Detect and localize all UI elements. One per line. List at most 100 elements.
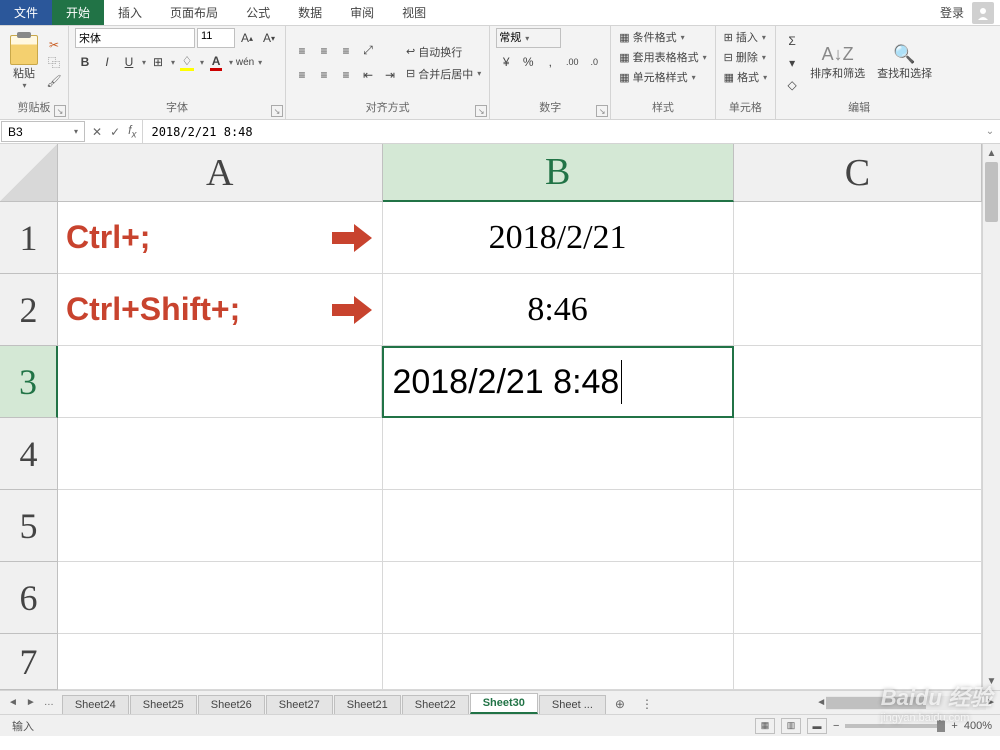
col-header-b[interactable]: B (383, 144, 734, 202)
cancel-edit-button[interactable]: ✕ (92, 125, 102, 139)
cell-b1[interactable]: 2018/2/21 (383, 202, 734, 274)
row-header-2[interactable]: 2 (0, 274, 58, 346)
col-header-c[interactable]: C (734, 144, 982, 202)
page-break-view-button[interactable]: ▬ (807, 718, 827, 734)
conditional-format-button[interactable]: ▦条件格式▾ (617, 28, 708, 46)
tab-view[interactable]: 视图 (388, 0, 440, 25)
vertical-scrollbar[interactable]: ▲ ▼ (982, 144, 1000, 690)
row-header-6[interactable]: 6 (0, 562, 58, 634)
phonetic-guide-button[interactable]: wén (235, 52, 255, 72)
cell-c7[interactable] (734, 634, 982, 690)
number-format-select[interactable]: 常规 ▾ (496, 28, 561, 48)
sheet-nav-more[interactable]: … (44, 697, 54, 708)
row-header-1[interactable]: 1 (0, 202, 58, 274)
align-right-icon[interactable]: ≡ (336, 65, 356, 85)
font-color-button[interactable]: A (206, 52, 226, 72)
cell-a3[interactable] (58, 346, 382, 418)
fill-color-button[interactable]: ♢ (177, 52, 197, 72)
scroll-down-arrow[interactable]: ▼ (983, 672, 1000, 690)
merge-center-button[interactable]: ⊟合并后居中▾ (404, 65, 483, 83)
find-select-button[interactable]: 🔍 查找和选择 (873, 28, 936, 97)
cut-icon[interactable]: ✂ (46, 37, 62, 53)
border-button[interactable]: ⊞ (148, 52, 168, 72)
italic-button[interactable]: I (97, 52, 117, 72)
row-header-3[interactable]: 3 (0, 346, 58, 418)
add-sheet-button[interactable]: ⊕ (607, 694, 633, 714)
table-format-button[interactable]: ▦套用表格格式▾ (617, 48, 708, 66)
col-header-a[interactable]: A (58, 144, 383, 202)
sheet-tab-active[interactable]: Sheet30 (470, 693, 538, 714)
number-launcher[interactable]: ↘ (596, 105, 608, 117)
cell-c4[interactable] (734, 418, 982, 490)
wrap-text-button[interactable]: ↩自动换行 (404, 43, 483, 61)
tab-page-layout[interactable]: 页面布局 (156, 0, 232, 25)
scroll-up-arrow[interactable]: ▲ (983, 144, 1000, 162)
zoom-handle[interactable] (937, 720, 945, 732)
orientation-icon[interactable]: ⤢ (358, 41, 378, 61)
increase-indent-icon[interactable]: ⇥ (380, 65, 400, 85)
avatar-icon[interactable] (972, 2, 994, 24)
page-layout-view-button[interactable]: ▥ (781, 718, 801, 734)
cell-styles-button[interactable]: ▦单元格样式▾ (617, 68, 708, 86)
tab-file[interactable]: 文件 (0, 0, 52, 25)
cell-c1[interactable] (734, 202, 982, 274)
hscroll-thumb[interactable] (826, 697, 926, 709)
align-left-icon[interactable]: ≡ (292, 65, 312, 85)
bold-button[interactable]: B (75, 52, 95, 72)
cell-b2[interactable]: 8:46 (383, 274, 734, 346)
clear-button[interactable]: ◇ (782, 75, 802, 95)
scroll-thumb[interactable] (985, 162, 998, 222)
increase-decimal-button[interactable]: .00 (562, 52, 582, 72)
zoom-slider[interactable] (845, 724, 945, 728)
fx-button[interactable]: fx (128, 123, 136, 140)
insert-cells-button[interactable]: ⊞插入▾ (722, 28, 769, 46)
sheet-tab[interactable]: Sheet22 (402, 695, 469, 714)
cell-a5[interactable] (58, 490, 383, 562)
tab-home-active[interactable]: 开始 (52, 0, 104, 25)
cell-a6[interactable] (58, 562, 383, 634)
cell-c3[interactable] (734, 346, 982, 418)
autosum-button[interactable]: Σ (782, 31, 802, 51)
align-middle-icon[interactable]: ≡ (314, 41, 334, 61)
select-all-corner[interactable] (0, 144, 58, 202)
clipboard-launcher[interactable]: ↘ (54, 105, 66, 117)
normal-view-button[interactable]: ▦ (755, 718, 775, 734)
cell-b5[interactable] (383, 490, 734, 562)
cell-a2[interactable]: Ctrl+Shift+; (58, 274, 383, 346)
formula-input[interactable]: 2018/2/21 8:48 (143, 120, 980, 143)
tab-data[interactable]: 数据 (284, 0, 336, 25)
sheet-tab[interactable]: Sheet21 (334, 695, 401, 714)
font-size-select[interactable]: 11 (197, 28, 235, 48)
cell-c6[interactable] (734, 562, 982, 634)
font-name-select[interactable]: 宋体 (75, 28, 195, 48)
tab-insert[interactable]: 插入 (104, 0, 156, 25)
percent-format-button[interactable]: % (518, 52, 538, 72)
cell-b7[interactable] (383, 634, 734, 690)
cell-b6[interactable] (383, 562, 734, 634)
font-launcher[interactable]: ↘ (271, 105, 283, 117)
align-center-icon[interactable]: ≡ (314, 65, 334, 85)
sheet-tab[interactable]: Sheet24 (62, 695, 129, 714)
sort-filter-button[interactable]: A↓Z 排序和筛选 (806, 28, 869, 97)
hscroll-right[interactable]: ► (986, 694, 996, 712)
sheet-nav-prev[interactable]: ◄ (8, 697, 18, 708)
tab-formulas[interactable]: 公式 (232, 0, 284, 25)
sheet-tab[interactable]: Sheet ... (539, 695, 606, 714)
row-header-5[interactable]: 5 (0, 490, 58, 562)
decrease-decimal-button[interactable]: .0 (584, 52, 604, 72)
accounting-format-button[interactable]: ¥ (496, 52, 516, 72)
row-header-7[interactable]: 7 (0, 634, 58, 690)
hscroll-left[interactable]: ◄ (816, 694, 826, 712)
sheet-tab[interactable]: Sheet27 (266, 695, 333, 714)
cell-b4[interactable] (383, 418, 734, 490)
name-box[interactable]: B3 ▾ (1, 121, 85, 142)
decrease-font-icon[interactable]: A▾ (259, 28, 279, 48)
delete-cells-button[interactable]: ⊟删除▾ (722, 48, 769, 66)
sheet-nav-next[interactable]: ► (26, 697, 36, 708)
sheet-tab[interactable]: Sheet25 (130, 695, 197, 714)
decrease-indent-icon[interactable]: ⇤ (358, 65, 378, 85)
align-top-icon[interactable]: ≡ (292, 41, 312, 61)
login-link[interactable]: 登录 (940, 4, 964, 21)
zoom-out-button[interactable]: − (833, 720, 839, 732)
format-painter-icon[interactable]: 🖌 (46, 73, 62, 89)
